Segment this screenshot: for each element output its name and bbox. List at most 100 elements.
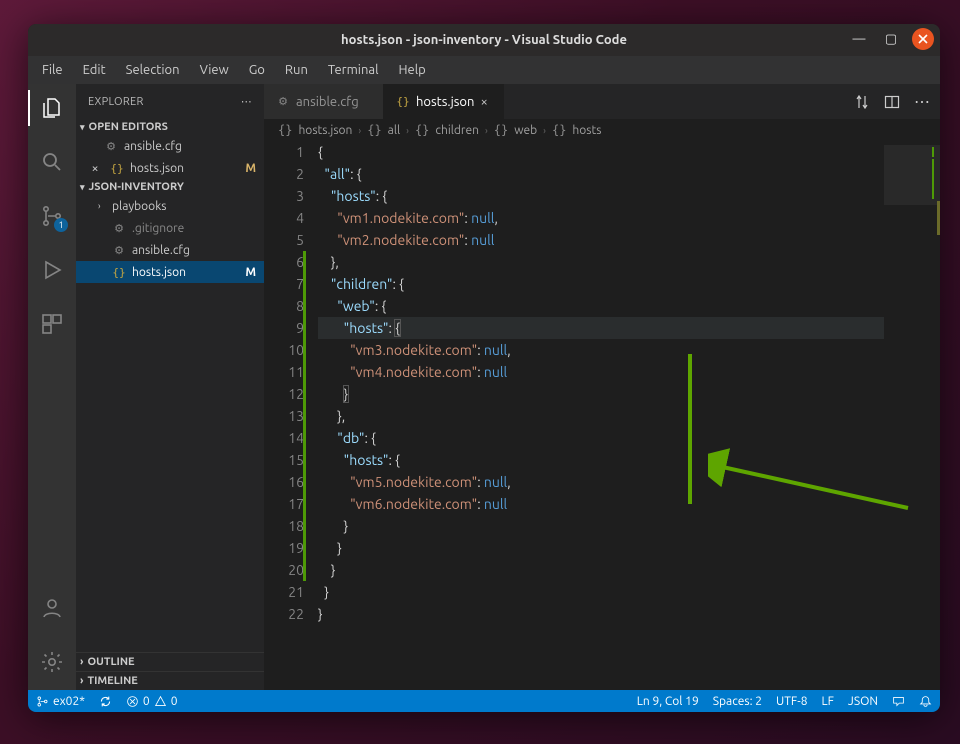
- chevron-right-icon: ›: [98, 201, 106, 211]
- breadcrumb-item[interactable]: hosts: [572, 124, 601, 137]
- status-encoding[interactable]: UTF-8: [776, 695, 807, 708]
- timeline-label: TIMELINE: [87, 675, 137, 687]
- outline-header[interactable]: › OUTLINE: [76, 652, 264, 671]
- titlebar: hosts.json - json-inventory - Visual Stu…: [28, 24, 940, 56]
- gear-icon: [40, 650, 64, 674]
- sync-icon: [99, 695, 112, 708]
- file-ansible-cfg[interactable]: ⚙ ansible.cfg: [76, 239, 264, 261]
- chevron-right-icon: ›: [80, 656, 83, 668]
- window-title: hosts.json - json-inventory - Visual Stu…: [28, 33, 940, 47]
- timeline-header[interactable]: › TIMELINE: [76, 671, 264, 690]
- outline-label: OUTLINE: [87, 656, 134, 668]
- menu-view[interactable]: View: [192, 61, 237, 79]
- open-editor-ansible-cfg[interactable]: ⚙ ansible.cfg: [76, 135, 264, 157]
- breadcrumb[interactable]: {} hosts.json › {} all › {} children › {…: [264, 119, 940, 141]
- workspace-header[interactable]: ▾ JSON-INVENTORY: [76, 179, 264, 195]
- split-editor-icon[interactable]: [884, 94, 900, 110]
- open-editor-label: hosts.json: [130, 162, 184, 175]
- menu-terminal[interactable]: Terminal: [320, 61, 387, 79]
- search-icon: [40, 150, 64, 174]
- open-editors-header[interactable]: ▾ OPEN EDITORS: [76, 119, 264, 135]
- branch-name: ex02*: [53, 695, 85, 708]
- branch-icon: [36, 695, 49, 708]
- braces-icon: {}: [552, 123, 566, 137]
- modified-indicator: M: [245, 162, 256, 175]
- status-language[interactable]: JSON: [848, 695, 878, 708]
- menubar: File Edit Selection View Go Run Terminal…: [28, 56, 940, 84]
- files-icon: [40, 96, 64, 120]
- close-icon: [917, 33, 929, 45]
- breadcrumb-item[interactable]: children: [435, 124, 479, 137]
- chevron-right-icon: ›: [543, 125, 546, 136]
- chevron-down-icon: ▾: [80, 122, 85, 133]
- json-file-icon: {}: [112, 266, 126, 279]
- workspace-tree: › playbooks ⚙ .gitignore ⚙ ansible.cfg {…: [76, 195, 264, 283]
- status-eol[interactable]: LF: [822, 695, 834, 708]
- open-editors-label: OPEN EDITORS: [89, 121, 168, 133]
- open-editor-hosts-json[interactable]: × {} hosts.json M: [76, 157, 264, 179]
- json-file-icon: {}: [396, 95, 410, 108]
- more-actions-icon[interactable]: ⋯: [914, 92, 930, 111]
- file-hosts-json[interactable]: {} hosts.json M: [76, 261, 264, 283]
- vscode-window: hosts.json - json-inventory - Visual Stu…: [28, 24, 940, 712]
- status-feedback[interactable]: [892, 695, 905, 708]
- breadcrumb-item[interactable]: web: [514, 124, 537, 137]
- tab-label: ansible.cfg: [296, 95, 359, 109]
- breadcrumb-item[interactable]: hosts.json: [298, 124, 352, 137]
- menu-edit[interactable]: Edit: [75, 61, 114, 79]
- maximize-button[interactable]: ▢: [880, 28, 902, 50]
- window-controls: — ▢: [848, 28, 934, 50]
- workspace-label: JSON-INVENTORY: [89, 181, 184, 193]
- gear-file-icon: ⚙: [276, 95, 290, 108]
- extensions-icon: [40, 312, 64, 336]
- menu-help[interactable]: Help: [390, 61, 433, 79]
- json-file-icon: {}: [110, 162, 124, 175]
- file-gitignore[interactable]: ⚙ .gitignore: [76, 217, 264, 239]
- sidebar-more-icon[interactable]: ⋯: [241, 95, 252, 108]
- tab-ansible-cfg[interactable]: ⚙ ansible.cfg: [264, 84, 384, 119]
- minimize-button[interactable]: —: [848, 28, 870, 50]
- activitybar: 1: [28, 84, 76, 690]
- minimap[interactable]: [884, 141, 940, 690]
- breadcrumb-item[interactable]: all: [388, 124, 400, 137]
- error-icon: [126, 695, 139, 708]
- menu-go[interactable]: Go: [241, 61, 273, 79]
- modified-indicator: M: [245, 266, 256, 279]
- chevron-down-icon: ▾: [80, 182, 85, 193]
- activity-accounts[interactable]: [28, 590, 76, 626]
- status-spaces[interactable]: Spaces: 2: [713, 695, 762, 708]
- json-file-icon: {}: [278, 123, 292, 137]
- compare-changes-icon[interactable]: [854, 94, 870, 110]
- activity-explorer[interactable]: [28, 90, 76, 126]
- feedback-icon: [892, 695, 905, 708]
- gear-file-icon: ⚙: [112, 244, 126, 257]
- activity-search[interactable]: [28, 144, 76, 180]
- folder-label: playbooks: [112, 200, 166, 213]
- close-tab-icon[interactable]: ×: [480, 95, 487, 109]
- activity-extensions[interactable]: [28, 306, 76, 342]
- menu-run[interactable]: Run: [277, 61, 316, 79]
- status-sync[interactable]: [99, 695, 112, 708]
- menu-file[interactable]: File: [34, 61, 71, 79]
- status-branch[interactable]: ex02*: [36, 695, 85, 708]
- activity-scm[interactable]: 1: [28, 198, 76, 234]
- menu-selection[interactable]: Selection: [118, 61, 188, 79]
- open-editors-list: ⚙ ansible.cfg × {} hosts.json M: [76, 135, 264, 179]
- code-content[interactable]: { "all": { "hosts": { "vm1.nodekite.com"…: [318, 141, 940, 690]
- braces-icon: {}: [494, 123, 508, 137]
- status-cursor[interactable]: Ln 9, Col 19: [637, 695, 699, 708]
- status-problems[interactable]: 0 0: [126, 695, 178, 708]
- status-bell[interactable]: [919, 695, 932, 708]
- close-button[interactable]: [912, 28, 934, 50]
- bell-icon: [919, 695, 932, 708]
- folder-playbooks[interactable]: › playbooks: [76, 195, 264, 217]
- braces-icon: {}: [367, 123, 381, 137]
- chevron-right-icon: ›: [80, 675, 83, 687]
- code-editor[interactable]: 12345678910111213141516171819202122 { "a…: [264, 141, 940, 690]
- close-editor-icon[interactable]: ×: [88, 162, 102, 175]
- line-number-gutter: 12345678910111213141516171819202122: [264, 141, 318, 690]
- activity-settings[interactable]: [28, 644, 76, 680]
- activity-debug[interactable]: [28, 252, 76, 288]
- tab-hosts-json[interactable]: {} hosts.json ×: [384, 84, 504, 119]
- file-label: .gitignore: [132, 222, 184, 235]
